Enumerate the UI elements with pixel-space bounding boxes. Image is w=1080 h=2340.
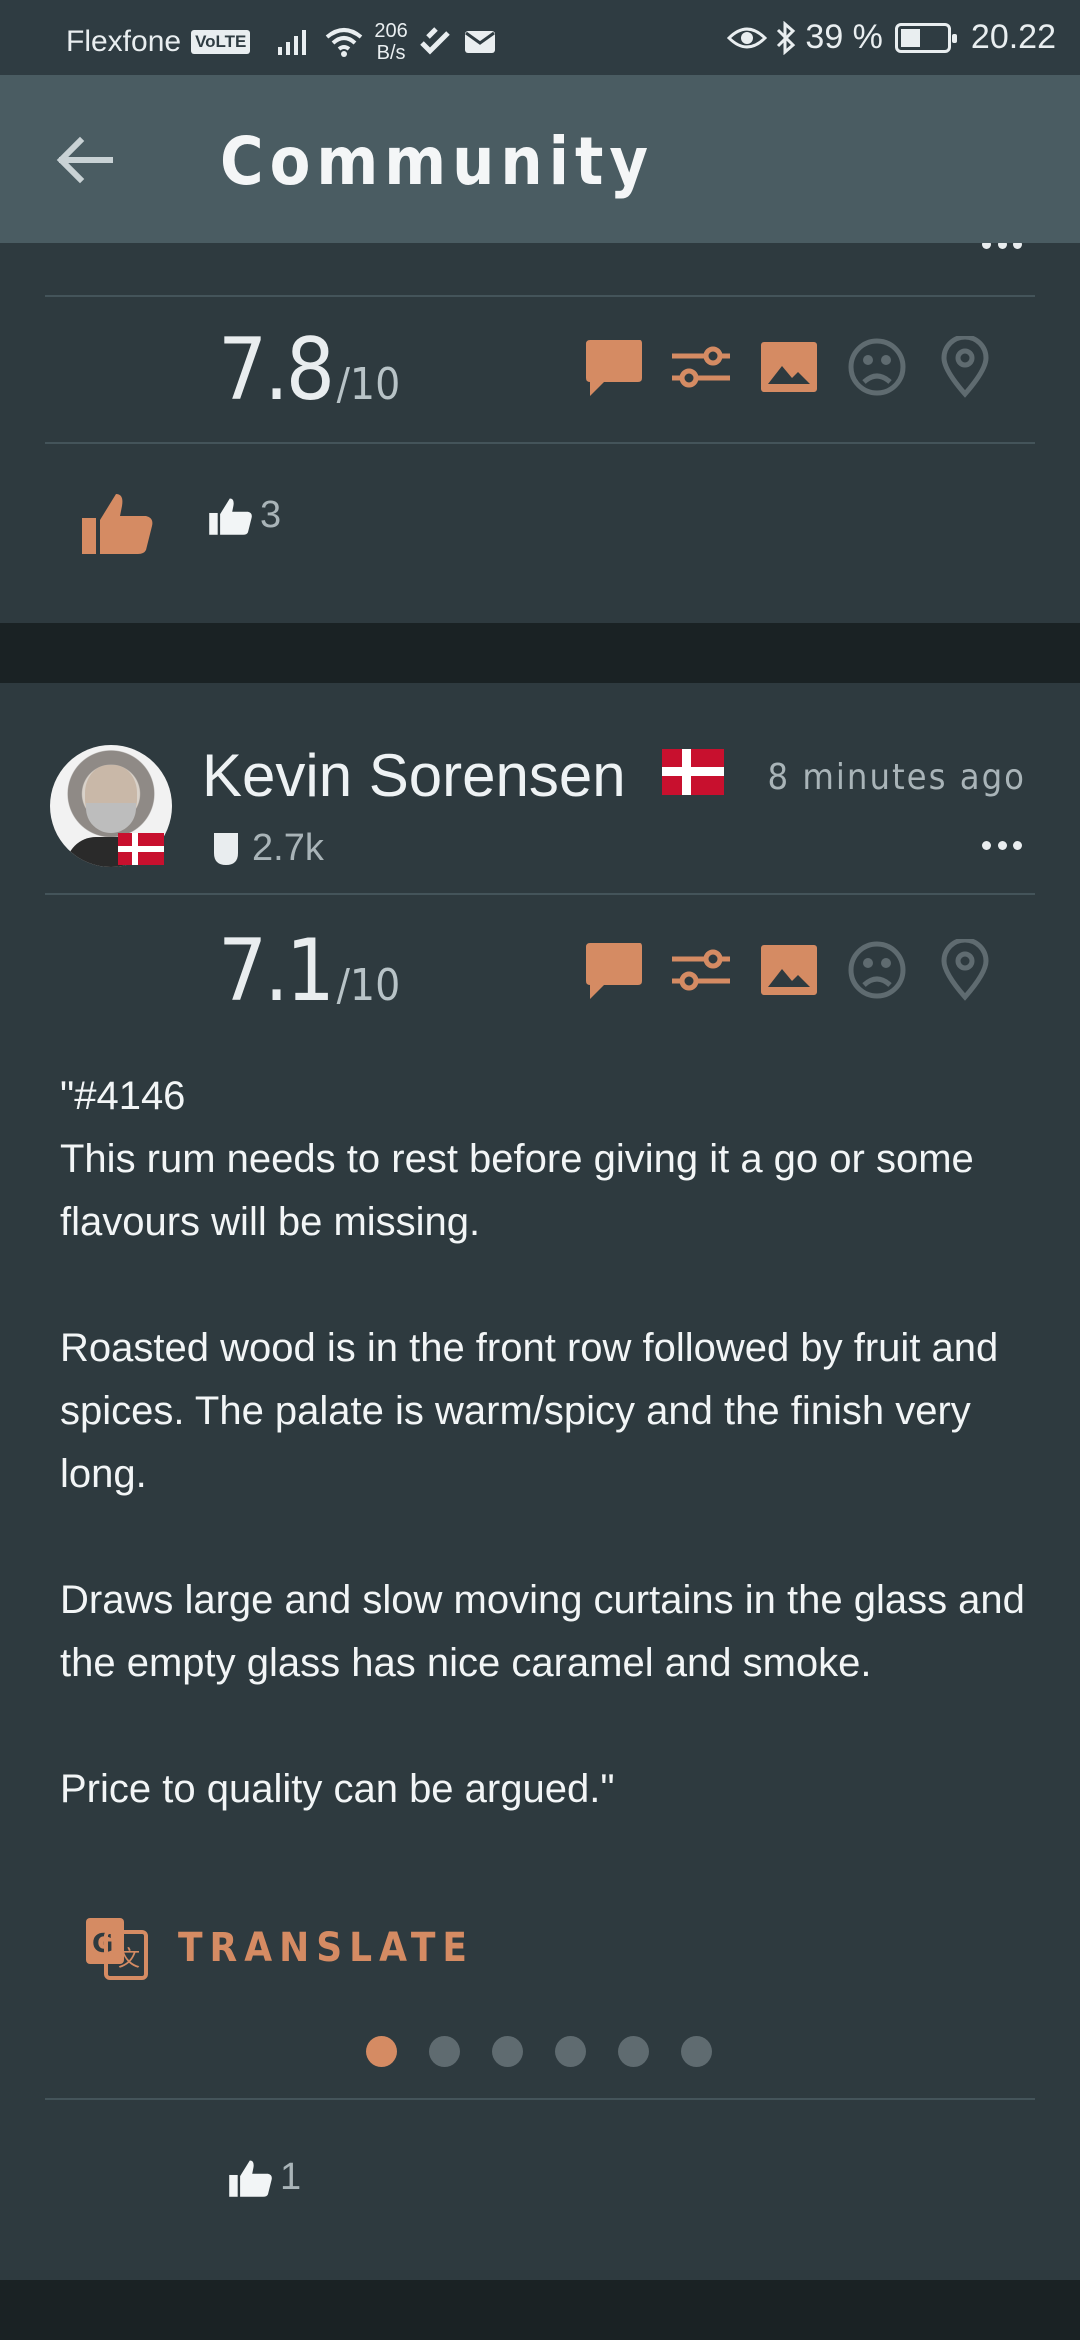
translate-label: TRANSLATE bbox=[178, 1925, 474, 1971]
more-options-icon[interactable] bbox=[982, 841, 1022, 853]
like-count-value: 3 bbox=[260, 494, 282, 536]
carousel-dot[interactable] bbox=[555, 2036, 586, 2067]
carousel-dot[interactable] bbox=[681, 2036, 712, 2067]
page-title: Community bbox=[220, 123, 655, 200]
like-count[interactable]: 1 bbox=[228, 2156, 301, 2199]
thumbs-up-icon bbox=[229, 2159, 272, 2197]
timestamp: 8 minutes ago bbox=[767, 757, 1026, 798]
image-icon bbox=[758, 336, 820, 398]
bottle-count-value: 2.7k bbox=[252, 827, 324, 869]
svg-text:文: 文 bbox=[118, 1947, 140, 1972]
status-bar: Flexfone VoLTE 206 B/s 39 % 20.22 bbox=[0, 0, 1080, 75]
bottle-count: 2.7k bbox=[212, 827, 324, 870]
battery-icon bbox=[894, 22, 957, 53]
app-header: Community bbox=[0, 75, 1080, 243]
denmark-flag-icon bbox=[118, 833, 164, 865]
app-notification-icon bbox=[419, 27, 450, 55]
comment-icon bbox=[582, 336, 644, 398]
user-name[interactable]: Kevin Sorensen bbox=[202, 741, 626, 810]
battery-percent: 39 % bbox=[805, 18, 883, 56]
score-max: /10 bbox=[336, 960, 401, 1011]
image-carousel-indicator[interactable] bbox=[366, 2036, 712, 2067]
like-count-value: 1 bbox=[280, 2156, 302, 2198]
comment-icon bbox=[582, 939, 644, 1001]
review-text: "#4146 This rum needs to rest before giv… bbox=[60, 1074, 1025, 1811]
score-value: 7.1 bbox=[218, 921, 335, 1021]
carousel-dot[interactable] bbox=[492, 2036, 523, 2067]
user-name-text: Kevin Sorensen bbox=[202, 742, 626, 809]
translate-button[interactable]: G 文 TRANSLATE bbox=[84, 1916, 474, 1980]
score: 7.1 /10 bbox=[218, 921, 400, 1021]
translate-icon: G 文 bbox=[86, 1918, 148, 1980]
sliders-icon bbox=[670, 939, 732, 1001]
review-attributes bbox=[582, 939, 996, 1001]
like-button[interactable] bbox=[80, 490, 156, 556]
thumbs-up-icon bbox=[209, 497, 252, 535]
location-pin-icon bbox=[934, 336, 996, 398]
review-attributes bbox=[582, 336, 996, 398]
mood-icon bbox=[846, 939, 908, 1001]
volte-badge: VoLTE bbox=[191, 30, 251, 54]
mail-icon bbox=[464, 31, 495, 53]
image-icon bbox=[758, 939, 820, 1001]
signal-icon bbox=[278, 30, 307, 55]
mood-icon bbox=[846, 336, 908, 398]
eye-icon bbox=[727, 27, 768, 48]
score-max: /10 bbox=[336, 359, 401, 410]
score-value: 7.8 bbox=[218, 320, 335, 420]
bluetooth-icon bbox=[777, 20, 796, 55]
location-pin-icon bbox=[934, 939, 996, 1001]
carousel-dot[interactable] bbox=[618, 2036, 649, 2067]
wifi-icon bbox=[326, 28, 363, 57]
net-speed: 206 B/s bbox=[374, 20, 407, 64]
net-speed-value: 206 bbox=[374, 20, 408, 42]
sliders-icon bbox=[670, 336, 732, 398]
back-arrow-icon[interactable] bbox=[50, 125, 120, 195]
like-count: 3 bbox=[208, 494, 281, 537]
score: 7.8 /10 bbox=[218, 320, 400, 420]
denmark-flag-icon bbox=[662, 749, 724, 795]
carousel-dot[interactable] bbox=[366, 2036, 397, 2067]
bottle-icon bbox=[214, 832, 238, 865]
clock: 20.22 bbox=[970, 18, 1056, 56]
net-speed-unit: B/s bbox=[376, 42, 406, 64]
carousel-dot[interactable] bbox=[429, 2036, 460, 2067]
carrier-name: Flexfone bbox=[66, 25, 182, 58]
